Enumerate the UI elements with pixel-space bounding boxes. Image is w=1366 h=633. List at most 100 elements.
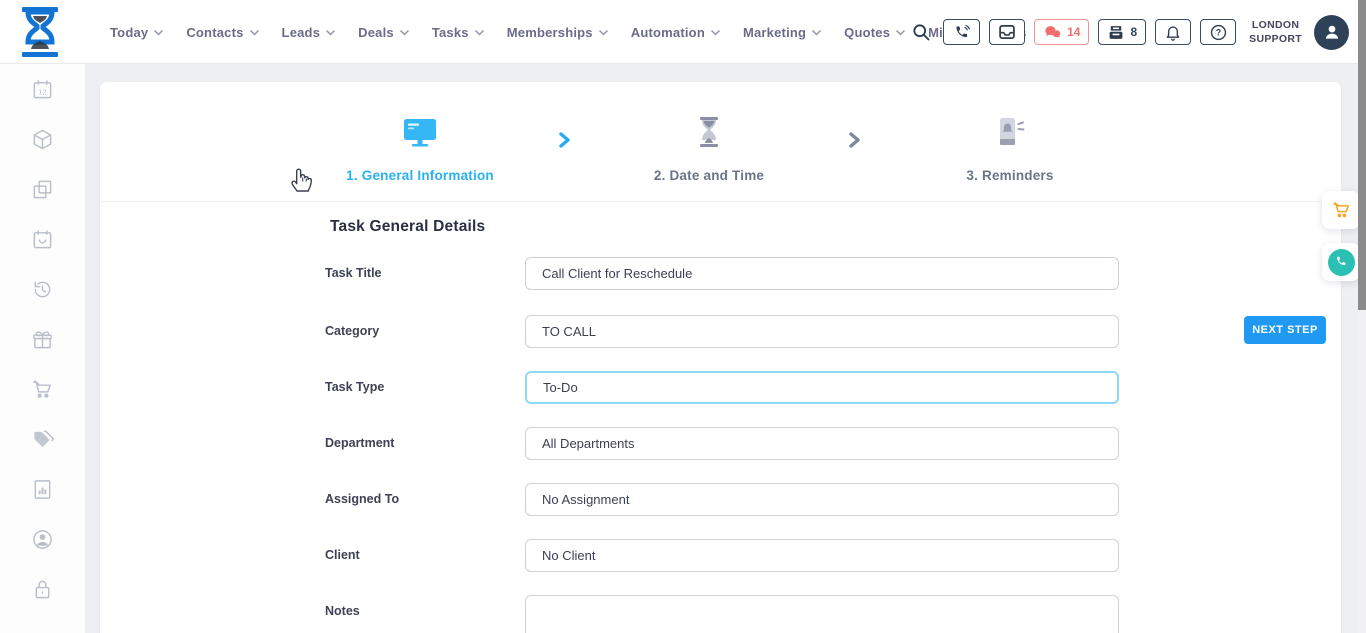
phone-call-icon [952, 24, 971, 41]
menu-quotes[interactable]: Quotes [844, 25, 905, 40]
chat-bubbles-icon [1043, 24, 1062, 40]
lock-icon[interactable] [31, 578, 54, 601]
bell-icon [1165, 24, 1181, 41]
orders-icon [1107, 24, 1125, 41]
user-name-line1: LONDON [1249, 18, 1302, 32]
notes-label: Notes [325, 595, 360, 628]
hourglass-icon [599, 114, 819, 150]
cart-orange-icon [1331, 200, 1352, 220]
menu-label: Today [110, 25, 148, 40]
gift-icon[interactable] [31, 328, 54, 351]
main-menu: Today Contacts Leads Deals Tasks Members… [110, 0, 1026, 64]
chevron-down-icon [812, 30, 821, 36]
menu-today[interactable]: Today [110, 25, 163, 40]
svg-text:?: ? [1215, 27, 1220, 37]
phone-reminder-icon [900, 114, 1120, 150]
step-reminders[interactable]: 3. Reminders [900, 114, 1120, 183]
task-type-input[interactable] [525, 371, 1119, 404]
menu-label: Contacts [186, 25, 243, 40]
menu-label: Automation [631, 25, 705, 40]
quick-phone-button[interactable] [1322, 243, 1360, 281]
chevron-down-icon [475, 30, 484, 36]
step-general-information[interactable]: 1. General Information [310, 114, 530, 183]
inbox-button[interactable] [989, 19, 1025, 45]
cube-icon[interactable] [31, 128, 54, 151]
phone-teal-icon [1328, 249, 1355, 276]
phone-call-button[interactable] [943, 19, 980, 45]
chat-button[interactable]: 14 [1034, 19, 1089, 45]
help-button[interactable]: ? [1200, 19, 1236, 45]
task-wizard-card: 1. General Information 2. Date and Time [100, 82, 1341, 633]
step-label: 2. Date and Time [599, 168, 819, 183]
task-title-label: Task Title [325, 257, 382, 290]
help-icon: ? [1210, 24, 1227, 41]
person-icon [1322, 22, 1342, 42]
divider [100, 201, 1341, 202]
menu-label: Tasks [432, 25, 469, 40]
assigned-to-label: Assigned To [325, 483, 399, 516]
menu-label: Quotes [844, 25, 890, 40]
step-label: 1. General Information [310, 168, 530, 183]
menu-tasks[interactable]: Tasks [432, 25, 484, 40]
side-nav: 12 [0, 64, 85, 633]
orders-count-badge: 8 [1130, 25, 1137, 39]
menu-deals[interactable]: Deals [358, 25, 409, 40]
form-title: Task General Details [330, 218, 485, 236]
history-icon[interactable] [31, 278, 54, 301]
calendar-12-icon[interactable]: 12 [31, 78, 54, 101]
inbox-icon [998, 24, 1016, 40]
chevron-down-icon [250, 30, 259, 36]
user-avatar[interactable] [1314, 15, 1349, 50]
menu-automation[interactable]: Automation [631, 25, 720, 40]
monitor-icon [310, 114, 530, 150]
client-label: Client [325, 539, 360, 572]
notifications-button[interactable] [1155, 19, 1191, 45]
top-bar: Today Contacts Leads Deals Tasks Members… [0, 0, 1366, 64]
menu-label: Memberships [507, 25, 593, 40]
tags-icon[interactable] [31, 428, 54, 451]
scrollbar-thumb[interactable] [1358, 0, 1366, 310]
department-label: Department [325, 427, 394, 460]
top-actions: 14 8 ? [911, 0, 1349, 64]
chevron-down-icon [154, 30, 163, 36]
task-type-label: Task Type [325, 371, 384, 404]
assigned-to-input[interactable] [525, 483, 1119, 516]
chevron-down-icon [326, 30, 335, 36]
chat-count-badge: 14 [1067, 25, 1080, 39]
client-input[interactable] [525, 539, 1119, 572]
orders-button[interactable]: 8 [1098, 19, 1146, 45]
step-chevron-right-icon [558, 132, 571, 153]
chevron-down-icon [400, 30, 409, 36]
chevron-down-icon [711, 30, 720, 36]
calendar-check-icon[interactable] [31, 228, 54, 251]
task-title-input[interactable] [525, 257, 1119, 290]
copy-icon[interactable] [31, 178, 54, 201]
chevron-down-icon [599, 30, 608, 36]
main-content: 1. General Information 2. Date and Time [85, 64, 1366, 633]
cart-icon[interactable] [31, 378, 54, 401]
menu-label: Leads [282, 25, 321, 40]
step-date-and-time[interactable]: 2. Date and Time [599, 114, 819, 183]
vertical-scrollbar [1358, 0, 1366, 633]
menu-memberships[interactable]: Memberships [507, 25, 608, 40]
menu-label: Deals [358, 25, 394, 40]
user-name: LONDON SUPPORT [1249, 18, 1302, 46]
app-logo-hourglass-icon[interactable] [16, 6, 64, 58]
department-input[interactable] [525, 427, 1119, 460]
chevron-down-icon [896, 30, 905, 36]
user-circle-icon[interactable] [31, 528, 54, 551]
category-input[interactable] [525, 315, 1119, 348]
user-name-line2: SUPPORT [1249, 32, 1302, 46]
svg-text:12: 12 [39, 88, 47, 96]
menu-contacts[interactable]: Contacts [186, 25, 258, 40]
step-chevron-right-icon [848, 132, 861, 153]
menu-leads[interactable]: Leads [282, 25, 336, 40]
menu-label: Marketing [743, 25, 806, 40]
report-icon[interactable] [31, 478, 54, 501]
step-label: 3. Reminders [900, 168, 1120, 183]
menu-marketing[interactable]: Marketing [743, 25, 821, 40]
next-step-button[interactable]: NEXT STEP [1244, 316, 1326, 344]
search-icon[interactable] [911, 22, 931, 42]
notes-textarea[interactable] [525, 595, 1119, 633]
quick-cart-button[interactable] [1322, 191, 1360, 229]
